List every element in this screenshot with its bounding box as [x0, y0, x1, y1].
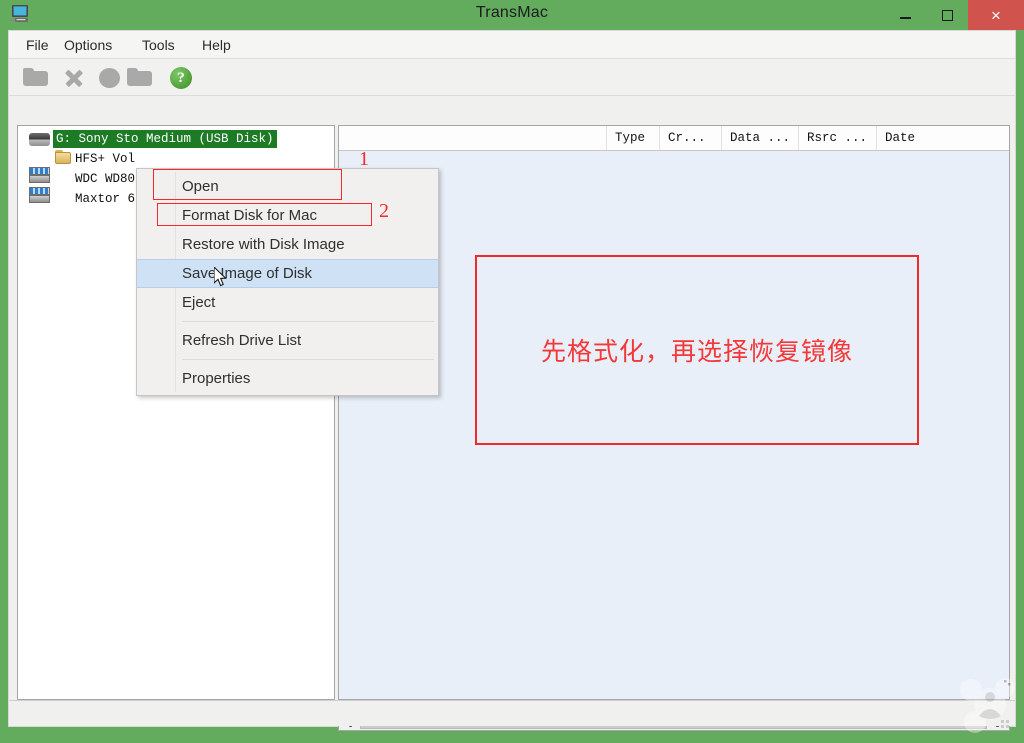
file-list-header: Type Cr... Data ... Rsrc ... Date: [339, 126, 1009, 151]
folder-icon: [55, 150, 72, 164]
annotation-number-2: 2: [379, 200, 389, 222]
context-menu-item-properties[interactable]: Properties: [137, 364, 438, 393]
removable-drive-icon: [29, 133, 50, 146]
minimize-icon: [899, 17, 911, 19]
status-bar: [9, 700, 1015, 726]
toolbar-delete-button[interactable]: [59, 64, 89, 92]
toolbar-open-folder-button[interactable]: [21, 64, 51, 92]
close-button[interactable]: ×: [968, 0, 1024, 30]
title-bar: TransMac ×: [0, 0, 1024, 30]
maximize-icon: [941, 9, 953, 21]
maximize-button[interactable]: [926, 0, 968, 30]
toolbar-folder2-button[interactable]: [125, 64, 155, 92]
transmac-window: TransMac × File Options Tools Help ? G: …: [0, 0, 1024, 743]
column-header-type[interactable]: Type: [607, 126, 660, 150]
tree-item-label: G: Sony Sto Medium (USB Disk): [53, 130, 277, 148]
tree-item-label: Maxtor 6: [75, 192, 136, 206]
window-title: TransMac: [475, 4, 549, 21]
tree-item-label: WDC WD80: [75, 172, 136, 186]
context-menu-item-format-disk-for-mac[interactable]: Format Disk for Mac: [137, 201, 438, 230]
column-header-rsrc-size[interactable]: Rsrc ...: [799, 126, 877, 150]
close-icon: ×: [991, 5, 1001, 25]
menu-tools[interactable]: Tools: [135, 35, 182, 55]
close-x-icon: [63, 67, 85, 89]
context-menu-item-save-image-of-disk[interactable]: Save Image of Disk: [137, 259, 438, 288]
context-menu-separator: [182, 321, 434, 322]
toolbar: ?: [9, 59, 1015, 96]
tree-item-label: HFS+ Vol: [75, 152, 136, 166]
drive-context-menu[interactable]: Open Format Disk for Mac Restore with Di…: [136, 168, 439, 396]
tree-item-sony-storage-media[interactable]: G: Sony Sto Medium (USB Disk): [53, 130, 277, 148]
context-menu-item-refresh-drive-list[interactable]: Refresh Drive List: [137, 326, 438, 355]
context-menu-item-eject[interactable]: Eject: [137, 288, 438, 317]
tree-item-maxtor-6[interactable]: Maxtor 6: [75, 190, 135, 208]
folder-icon: [23, 68, 49, 87]
annotation-number-1: 1: [359, 148, 369, 170]
disk-icon: [98, 68, 120, 88]
menu-bar: File Options Tools Help: [9, 31, 1015, 59]
context-menu-separator: [182, 359, 434, 360]
help-icon: ?: [170, 67, 192, 89]
toolbar-disk-button[interactable]: [94, 64, 124, 92]
column-header-creator[interactable]: Cr...: [660, 126, 722, 150]
tree-item-wdc-wd80[interactable]: WDC WD80: [75, 170, 135, 188]
folder-icon: [127, 68, 153, 87]
hard-drive-icon: [29, 187, 50, 203]
column-header-data-size[interactable]: Data ...: [722, 126, 799, 150]
tree-item-hfs-volume[interactable]: HFS+ Vol: [75, 150, 135, 168]
context-menu-item-open[interactable]: Open: [137, 172, 438, 201]
minimize-button[interactable]: [884, 0, 926, 30]
context-menu-item-restore-with-disk-image[interactable]: Restore with Disk Image: [137, 230, 438, 259]
menu-file[interactable]: File: [19, 35, 56, 55]
column-header-name[interactable]: [339, 126, 607, 150]
menu-help[interactable]: Help: [195, 35, 238, 55]
mouse-cursor-icon: [214, 267, 227, 287]
hard-drive-icon: [29, 167, 50, 183]
column-header-date[interactable]: Date: [877, 126, 1009, 150]
annotation-note-text: 先格式化，再选择恢复镜像: [540, 337, 853, 366]
menu-options[interactable]: Options: [57, 35, 119, 55]
toolbar-help-button[interactable]: ?: [166, 64, 196, 92]
